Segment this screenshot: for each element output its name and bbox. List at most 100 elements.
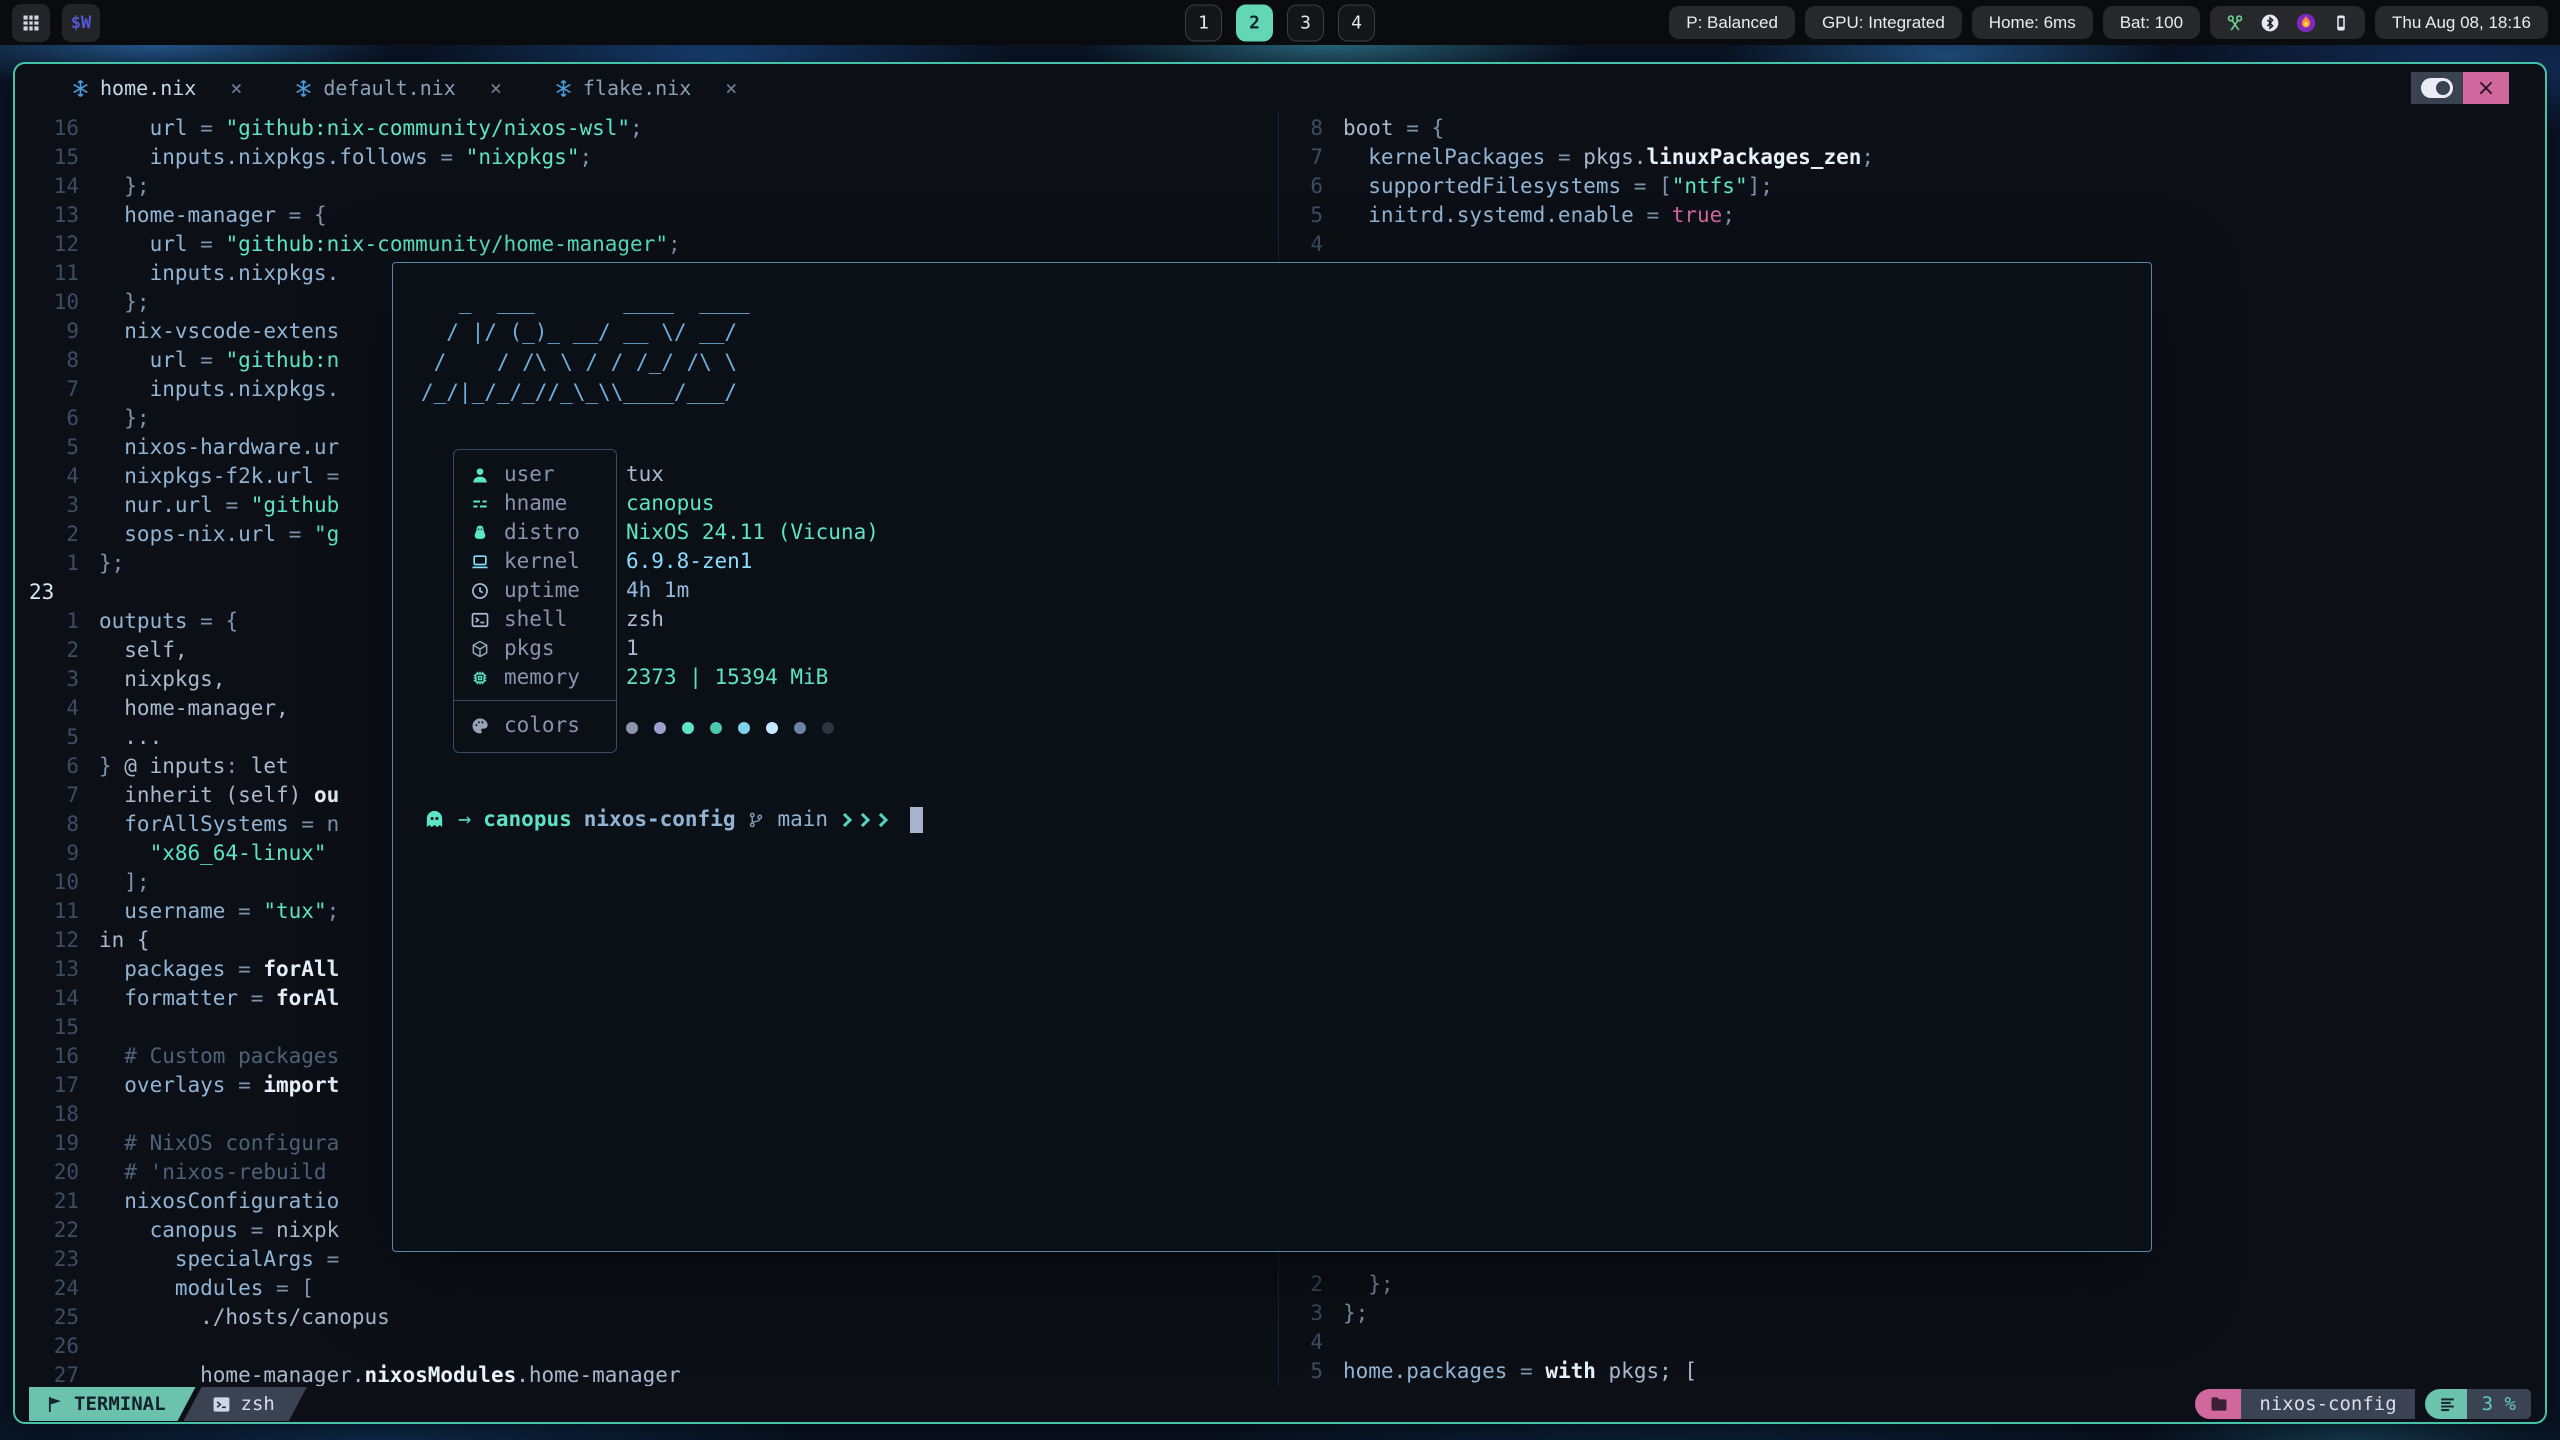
status-pills: P: Balanced GPU: Integrated Home: 6ms Bat: …	[1669, 6, 2200, 39]
floating-terminal[interactable]: _ ___ ____ ____ / |/ (_)_ __/ __ \/ __/ …	[392, 262, 2152, 1252]
folder-icon	[2209, 1394, 2229, 1414]
code-line: 13 home-manager = {	[15, 201, 1278, 230]
code-line: 27 home-manager.nixosModules.home-manage…	[15, 1361, 1278, 1386]
status-pill[interactable]: Bat: 100	[2103, 6, 2200, 39]
phone-icon[interactable]	[2332, 13, 2350, 33]
layout-toggle[interactable]	[2411, 72, 2463, 104]
line-number: 6	[1279, 172, 1323, 201]
tab-default.nix[interactable]: default.nix×	[268, 64, 528, 112]
tab-home.nix[interactable]: home.nix×	[45, 64, 268, 112]
line-number: 1	[15, 607, 79, 636]
scroll-group: 3 %	[2425, 1389, 2531, 1419]
lines-icon	[2438, 1395, 2457, 1414]
tab-close-icon[interactable]: ×	[725, 76, 737, 100]
terminal-icon	[212, 1395, 231, 1414]
code-line: 14 };	[15, 172, 1278, 201]
status-bar: TERMINAL zsh nixos-config 3 %	[15, 1386, 2545, 1422]
fetch-value-pkgs: 1	[626, 634, 1526, 663]
window-controls: ×	[2411, 72, 2509, 104]
wm-badge-button[interactable]: $W	[62, 4, 100, 42]
hostname-icon	[470, 494, 490, 514]
line-number: 8	[15, 810, 79, 839]
line-number: 5	[1279, 1357, 1323, 1386]
code-line: 24 modules = [	[15, 1274, 1278, 1303]
line-number: 23	[15, 578, 79, 607]
clock[interactable]: Thu Aug 08, 18:16	[2375, 6, 2548, 39]
ghost-icon	[423, 808, 446, 831]
line-number: 3	[1279, 1299, 1323, 1328]
code-line: 4	[1279, 1328, 2545, 1357]
tab-flake.nix[interactable]: flake.nix×	[528, 64, 763, 112]
shell-prompt: → canopus nixos-config main	[423, 805, 923, 834]
status-pill[interactable]: P: Balanced	[1669, 6, 1795, 39]
code-line: 8boot = {	[1279, 114, 2545, 143]
workspace-switcher: 1234	[1185, 4, 1375, 41]
tab-close-icon[interactable]: ×	[230, 76, 242, 100]
status-pill[interactable]: GPU: Integrated	[1805, 6, 1962, 39]
fetch-value-shell: zsh	[626, 605, 1526, 634]
flame-icon[interactable]	[2295, 12, 2317, 34]
shell-icon	[470, 610, 490, 630]
workspace-button-3[interactable]: 3	[1287, 4, 1324, 41]
line-number: 16	[15, 1042, 79, 1071]
prompt-branch: main	[777, 805, 828, 834]
mode-label: TERMINAL	[74, 1393, 166, 1415]
nix-snowflake-icon	[554, 79, 573, 98]
palette-icon	[470, 716, 490, 736]
line-number: 13	[15, 201, 79, 230]
fetch-row-kernel: kernel	[454, 547, 616, 576]
launcher-button[interactable]	[12, 4, 50, 42]
grid-icon	[21, 13, 41, 33]
code-line: 3};	[1279, 1299, 2545, 1328]
lines-segment	[2425, 1389, 2467, 1419]
system-tray	[2210, 6, 2365, 39]
line-number: 2	[1279, 1270, 1323, 1299]
line-number: 12	[15, 230, 79, 259]
palette-dot	[682, 722, 694, 734]
code-line: 7 kernelPackages = pkgs.linuxPackages_ze…	[1279, 143, 2545, 172]
scissors-icon[interactable]	[2225, 13, 2245, 33]
prompt-arrow: →	[458, 805, 471, 834]
toggle-knob	[2436, 81, 2450, 95]
status-pill[interactable]: Home: 6ms	[1972, 6, 2093, 39]
workspace-button-2[interactable]: 2	[1236, 4, 1273, 41]
code-line: 2 };	[1279, 1270, 2545, 1299]
statusbar-right: nixos-config 3 %	[2195, 1389, 2531, 1419]
fetch-value-memory: 2373 | 15394 MiB	[626, 663, 1526, 692]
flag-icon	[45, 1395, 64, 1414]
top-bar: $W 1234 P: Balanced GPU: Integrated Home: …	[0, 0, 2560, 45]
line-number: 23	[15, 1245, 79, 1274]
folder-segment	[2195, 1389, 2241, 1419]
git-branch-icon	[747, 811, 765, 829]
toggle-pill	[2421, 78, 2453, 98]
fetch-divider	[454, 700, 616, 701]
topbar-left: $W	[12, 4, 100, 42]
ascii-logo: _ ___ ____ ____ / |/ (_)_ __/ __ \/ __/ …	[421, 287, 750, 407]
line-number: 25	[15, 1303, 79, 1332]
palette-dot	[766, 722, 778, 734]
cwd-label: nixos-config	[2241, 1389, 2414, 1419]
bluetooth-icon[interactable]	[2260, 13, 2280, 33]
right-pane-bottom-lines: 2 };3};45home.packages = with pkgs; [	[1279, 1270, 2545, 1386]
topbar-right: P: Balanced GPU: Integrated Home: 6ms Bat: …	[1669, 6, 2548, 39]
line-number: 15	[15, 143, 79, 172]
code-line: 6 supportedFilesystems = ["ntfs"];	[1279, 172, 2545, 201]
workspace-button-4[interactable]: 4	[1338, 4, 1375, 41]
code-line: 26	[15, 1332, 1278, 1361]
tab-close-icon[interactable]: ×	[490, 76, 502, 100]
memory-icon	[470, 668, 490, 688]
line-number: 12	[15, 926, 79, 955]
close-button[interactable]: ×	[2463, 72, 2509, 104]
line-number: 5	[15, 723, 79, 752]
shell-indicator[interactable]: zsh	[184, 1387, 307, 1421]
prompt-host: canopus	[483, 805, 572, 834]
line-number: 27	[15, 1361, 79, 1386]
line-number: 24	[15, 1274, 79, 1303]
fetch-row-shell: shell	[454, 605, 616, 634]
line-number: 17	[15, 1071, 79, 1100]
line-number: 14	[15, 172, 79, 201]
workspace-button-1[interactable]: 1	[1185, 4, 1222, 41]
fetch-panel: userhnamedistrokerneluptimeshellpkgsmemo…	[453, 449, 617, 753]
palette-dot	[654, 722, 666, 734]
prompt-directory: nixos-config	[584, 805, 736, 834]
